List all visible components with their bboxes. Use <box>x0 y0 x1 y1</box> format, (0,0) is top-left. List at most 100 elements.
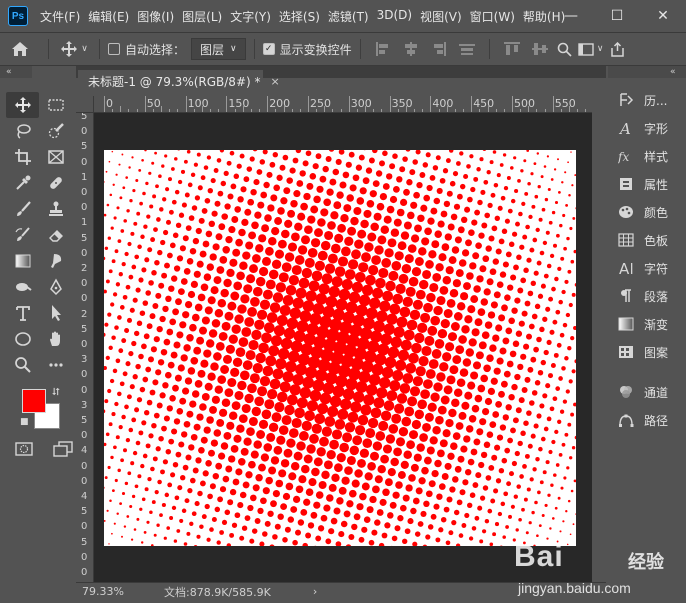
halftone-dot <box>125 176 129 179</box>
panel-paths[interactable]: 路径 <box>608 406 686 434</box>
minimize-button[interactable]: — <box>548 0 594 32</box>
dodge-tool[interactable] <box>6 274 39 300</box>
healing-brush-tool[interactable] <box>39 170 72 196</box>
halftone-dot <box>160 348 168 356</box>
document-canvas[interactable] <box>104 150 576 546</box>
show-transform-toggle[interactable]: ✓ 显示变换控件 <box>262 41 352 58</box>
more-tools-button[interactable] <box>39 352 72 378</box>
crop-tool[interactable] <box>6 144 39 170</box>
halftone-dot <box>485 245 492 252</box>
zoom-level[interactable]: 79.33% <box>82 585 144 598</box>
panel-label: 历... <box>644 93 668 108</box>
vertical-ruler[interactable]: 5050100150200250300350400450500 <box>76 113 94 582</box>
eyedropper-tool[interactable] <box>6 170 39 196</box>
move-tool[interactable] <box>6 92 39 118</box>
align-left-icon[interactable] <box>374 41 392 57</box>
mode-buttons <box>14 441 74 457</box>
align-right-icon[interactable] <box>430 41 448 57</box>
panel-properties[interactable]: 属性 <box>608 170 686 198</box>
frame-tool[interactable] <box>39 144 72 170</box>
maximize-button[interactable]: ☐ <box>594 0 640 32</box>
align-center-icon[interactable] <box>402 41 420 57</box>
panel-color[interactable]: 颜色 <box>608 198 686 226</box>
halftone-dot <box>141 158 144 162</box>
document-tab[interactable]: 未标题-1 @ 79.3%(RGB/8#) * × <box>78 70 280 92</box>
auto-select-label: 自动选择： <box>125 42 186 57</box>
type-tool[interactable] <box>6 300 39 326</box>
distribute-top-icon[interactable] <box>503 41 521 57</box>
halftone-dot <box>164 262 170 269</box>
panel-styles[interactable]: fx 样式 <box>608 142 686 170</box>
halftone-dot <box>104 399 109 404</box>
move-tool-preset-icon[interactable]: ∨ <box>57 40 91 58</box>
menu-item[interactable]: 视图(V) <box>416 8 466 25</box>
halftone-dot <box>108 160 111 163</box>
close-tab-icon[interactable]: × <box>271 75 280 88</box>
menu-item[interactable]: 图层(L) <box>178 8 226 25</box>
pen-tool[interactable] <box>39 274 72 300</box>
panel-character[interactable]: A 字符 <box>608 254 686 282</box>
ruler-corner[interactable] <box>76 96 94 113</box>
brush-tool[interactable] <box>6 196 39 222</box>
panel-channels[interactable]: 通道 <box>608 378 686 406</box>
ellipse-tool[interactable] <box>6 326 39 352</box>
distribute-vcenter-icon[interactable] <box>531 41 549 57</box>
lasso-tool[interactable] <box>6 118 39 144</box>
menu-item[interactable]: 文字(Y) <box>226 8 275 25</box>
eraser-tool[interactable] <box>39 222 72 248</box>
gradient-tool[interactable] <box>6 248 39 274</box>
halftone-dot <box>380 333 393 346</box>
align-top-icon[interactable] <box>458 41 476 57</box>
panel-glyphs[interactable]: A 字形 <box>608 114 686 142</box>
status-menu-arrow-icon[interactable]: › <box>313 585 317 598</box>
menu-item[interactable]: 编辑(E) <box>84 8 133 25</box>
horizontal-ruler[interactable]: 05010015020025030035040045050055060 <box>94 96 592 113</box>
menu-item[interactable]: 窗口(W) <box>466 8 519 25</box>
auto-select-toggle[interactable]: 自动选择： <box>108 41 185 58</box>
panels-collapse[interactable]: « <box>608 66 686 78</box>
clone-stamp-tool[interactable] <box>39 196 72 222</box>
halftone-dot <box>511 383 518 391</box>
halftone-dot <box>111 489 115 493</box>
path-selection-tool[interactable] <box>39 300 72 326</box>
panel-paragraph[interactable]: 段落 <box>608 282 686 310</box>
default-colors-icon[interactable]: ■ <box>20 417 29 427</box>
menu-item[interactable]: 文件(F) <box>36 8 84 25</box>
swap-colors-icon[interactable]: ⮃ <box>52 387 60 398</box>
show-transform-checkbox[interactable]: ✓ <box>262 43 275 55</box>
panel-gradient[interactable]: 渐变 <box>608 310 686 338</box>
toolbar-collapse[interactable]: « <box>0 66 32 78</box>
zoom-tool[interactable] <box>6 352 39 378</box>
search-icon[interactable] <box>554 42 576 57</box>
auto-select-target-select[interactable]: 图层 ∨ <box>191 38 246 60</box>
history-brush-tool[interactable] <box>6 222 39 248</box>
workspace-icon[interactable]: ∨ <box>576 42 606 56</box>
panel-swatches[interactable]: 色板 <box>608 226 686 254</box>
quick-selection-tool[interactable] <box>39 118 72 144</box>
quick-mask-icon[interactable] <box>14 441 34 457</box>
halftone-dot <box>112 183 115 186</box>
ruler-minor-tick <box>446 106 448 112</box>
halftone-dot <box>439 177 446 184</box>
hand-tool[interactable] <box>39 326 72 352</box>
blur-tool[interactable] <box>39 248 72 274</box>
halftone-dot <box>249 373 260 384</box>
menu-item[interactable]: 选择(S) <box>275 8 324 25</box>
menu-item[interactable]: 滤镜(T) <box>324 8 373 25</box>
menu-item[interactable]: 图像(I) <box>133 8 178 25</box>
canvas-area[interactable] <box>94 113 592 582</box>
panel-history[interactable]: 历... <box>608 86 686 114</box>
menu-item[interactable]: 3D(D) <box>373 8 416 25</box>
auto-select-checkbox[interactable] <box>108 43 120 55</box>
screen-mode-icon[interactable] <box>52 441 74 457</box>
share-icon[interactable] <box>606 41 630 57</box>
foreground-color-swatch[interactable] <box>22 389 46 413</box>
close-button[interactable]: ✕ <box>640 0 686 32</box>
home-icon[interactable] <box>0 41 40 57</box>
halftone-dot <box>447 332 458 342</box>
marquee-tool[interactable] <box>39 92 72 118</box>
panel-patterns[interactable]: 图案 <box>608 338 686 366</box>
panel-label: 段落 <box>644 289 669 304</box>
halftone-dot <box>144 487 149 492</box>
halftone-dot <box>341 246 351 257</box>
